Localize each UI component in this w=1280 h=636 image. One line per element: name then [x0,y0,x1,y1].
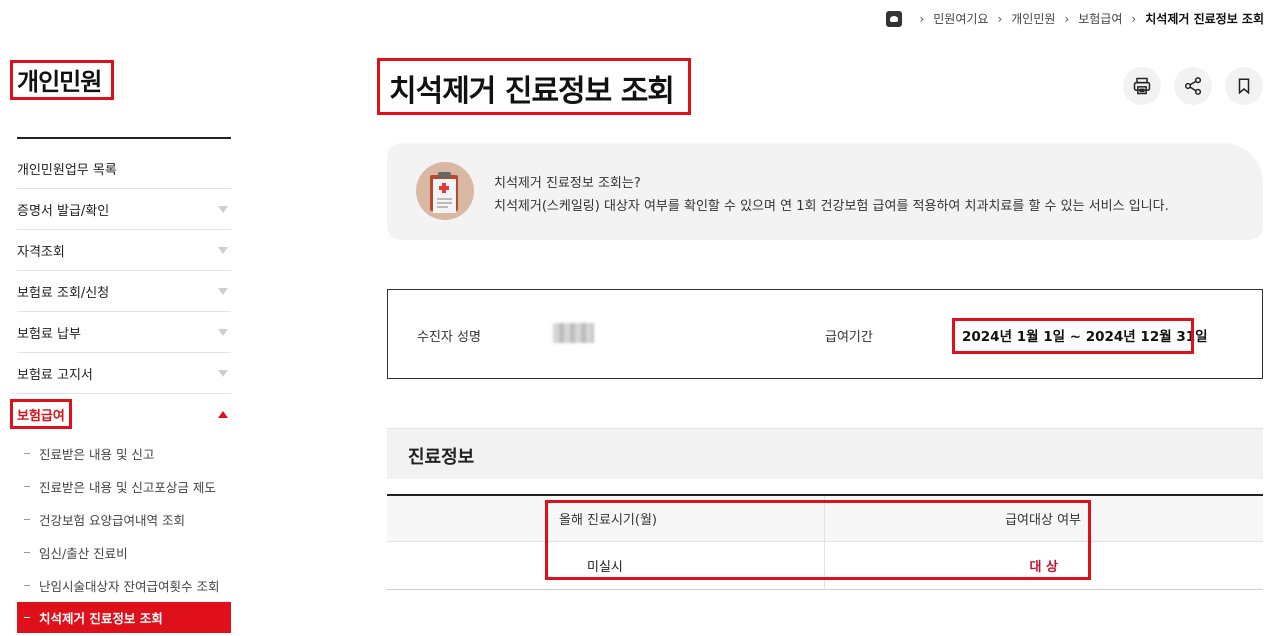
dash-icon [24,453,30,454]
name-value-redacted [553,323,594,343]
sidebar-item-label: 증명서 발급/확인 [17,203,110,219]
submenu-item[interactable]: 임신/출산 진료비 [17,536,231,569]
breadcrumb: › 민원여기요 › 개인민원 › 보험급여 › 치석제거 진료정보 조회 [886,10,1264,27]
breadcrumb-item[interactable]: 보험급여 [1078,10,1122,27]
dash-icon [24,585,30,586]
intro-description: 치석제거(스케일링) 대상자 여부를 확인할 수 있으며 연 1회 건강보험 급… [494,199,1169,214]
caret-down-icon [218,328,228,336]
submenu-item[interactable]: 진료받은 내용 및 신고 [17,437,231,470]
share-button[interactable] [1174,67,1212,105]
column-header: 올해 진료시기(월) [387,494,825,542]
chevron-right-icon: › [1064,11,1070,26]
caret-down-icon [218,246,228,254]
sidebar-item-label: 보험료 납부 [17,326,81,342]
chevron-right-icon: › [1131,11,1137,26]
dash-icon [24,617,30,618]
submenu-item-label: 난임시술대상자 잔여급여횟수 조회 [39,579,220,594]
bookmark-icon [1238,78,1250,95]
sidebar-submenu: 진료받은 내용 및 신고 진료받은 내용 및 신고포상금 제도 건강보험 요양급… [17,437,231,633]
print-button[interactable] [1123,67,1161,105]
submenu-item-label: 건강보험 요양급여내역 조회 [39,513,185,528]
sidebar-divider [17,137,231,139]
breadcrumb-item[interactable]: 개인민원 [1011,10,1055,27]
sidebar-item-label: 자격조회 [17,244,65,260]
sidebar-item-premium-payment[interactable]: 보험료 납부 [17,312,231,353]
bookmark-button[interactable] [1225,67,1263,105]
table-row: 미실시 대 상 [387,541,1263,590]
submenu-item-label: 치석제거 진료정보 조회 [39,611,163,626]
sidebar-item-insurance-benefit[interactable]: 보험급여 [17,394,231,435]
caret-up-icon [218,411,228,418]
caret-down-icon [218,287,228,295]
sidebar-item-label: 보험료 조회/신청 [17,285,110,301]
sidebar-title: 개인민원 [17,68,102,96]
period-value: 2024년 1월 1일 ~ 2024년 12월 31일 [962,329,1208,345]
print-icon [1133,77,1151,95]
column-header: 급여대상 여부 [824,494,1263,542]
submenu-item-label: 임신/출산 진료비 [39,546,128,561]
sidebar-item-eligibility[interactable]: 자격조회 [17,230,231,271]
section-header: 진료정보 [387,428,1263,479]
sidebar-item-label: 개인민원업무 목록 [17,162,117,178]
home-icon[interactable] [886,10,903,27]
chevron-right-icon: › [997,11,1003,26]
dash-icon [24,486,30,487]
sidebar-item-label: 보험료 고지서 [17,367,93,383]
sidebar-menu: 개인민원업무 목록 증명서 발급/확인 자격조회 보험료 조회/신청 보험료 납… [17,148,231,633]
chevron-right-icon: › [919,11,925,26]
clipboard-icon [416,162,474,220]
treatment-table: 올해 진료시기(월) 급여대상 여부 미실시 대 상 [387,494,1263,590]
period-label: 급여기간 [825,330,873,345]
name-label: 수진자 성명 [417,330,481,345]
service-intro: 치석제거 진료정보 조회는? 치석제거(스케일링) 대상자 여부를 확인할 수 … [387,143,1263,240]
breadcrumb-current: 치석제거 진료정보 조회 [1145,12,1264,26]
table-cell: 미실시 [387,541,825,590]
submenu-item-current[interactable]: 치석제거 진료정보 조회 [17,602,231,633]
sidebar-item-certificate[interactable]: 증명서 발급/확인 [17,189,231,230]
sidebar-item-premium-bill[interactable]: 보험료 고지서 [17,353,231,394]
dash-icon [24,519,30,520]
share-icon [1184,77,1202,95]
sidebar-item-premium-inquiry[interactable]: 보험료 조회/신청 [17,271,231,312]
section-title: 진료정보 [408,447,475,468]
patient-info-box: 수진자 성명 급여기간 2024년 1월 1일 ~ 2024년 12월 31일 [387,289,1263,379]
sidebar-item-label: 보험급여 [17,409,65,424]
submenu-item[interactable]: 건강보험 요양급여내역 조회 [17,503,231,536]
dash-icon [24,552,30,553]
intro-question: 치석제거 진료정보 조회는? [494,176,641,191]
status-cell: 대 상 [824,541,1263,590]
submenu-item[interactable]: 난임시술대상자 잔여급여횟수 조회 [17,569,231,602]
breadcrumb-item[interactable]: 민원여기요 [933,10,988,27]
submenu-item-label: 진료받은 내용 및 신고 [39,447,155,462]
caret-down-icon [218,205,228,213]
submenu-item[interactable]: 진료받은 내용 및 신고포상금 제도 [17,470,231,503]
table-header-row: 올해 진료시기(월) 급여대상 여부 [387,494,1263,542]
page-title: 치석제거 진료정보 조회 [389,74,675,109]
caret-down-icon [218,369,228,377]
sidebar-item-list[interactable]: 개인민원업무 목록 [17,148,231,189]
submenu-item-label: 진료받은 내용 및 신고포상금 제도 [39,480,216,495]
